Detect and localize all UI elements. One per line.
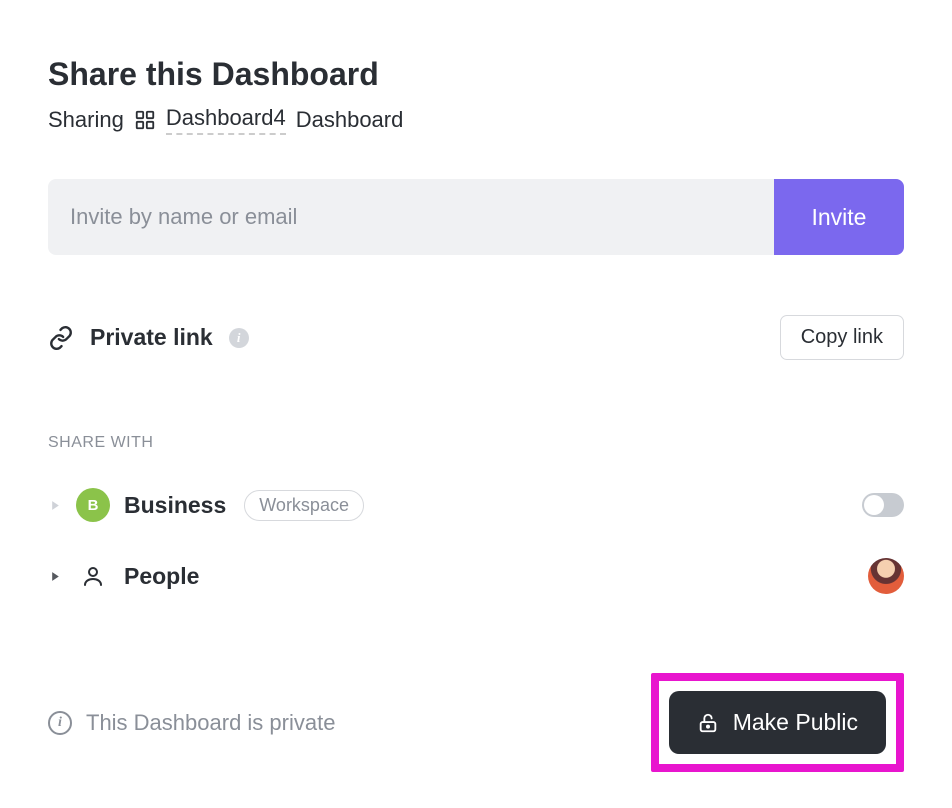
- invite-input[interactable]: [48, 179, 774, 255]
- dialog-title: Share this Dashboard: [48, 56, 904, 93]
- info-icon[interactable]: i: [229, 328, 249, 348]
- share-item-name: People: [124, 563, 199, 590]
- dashboard-icon: [134, 109, 156, 131]
- breadcrumb: Sharing Dashboard4 Dashboard: [48, 105, 904, 135]
- info-icon[interactable]: i: [48, 711, 72, 735]
- share-item-name: Business: [124, 492, 226, 519]
- share-item-business[interactable]: B Business Workspace: [48, 488, 904, 522]
- share-item-people[interactable]: People: [48, 558, 904, 594]
- workspace-badge: Workspace: [244, 490, 364, 521]
- chevron-right-icon[interactable]: [48, 571, 62, 582]
- workspace-avatar: B: [76, 488, 110, 522]
- private-link-row: Private link i Copy link: [48, 315, 904, 360]
- footer-row: i This Dashboard is private Make Public: [48, 673, 904, 772]
- share-with-label: SHARE WITH: [48, 434, 904, 452]
- highlight-annotation: Make Public: [651, 673, 904, 772]
- privacy-status-text: This Dashboard is private: [86, 710, 335, 736]
- copy-link-button[interactable]: Copy link: [780, 315, 904, 360]
- breadcrumb-type: Dashboard: [296, 107, 404, 133]
- breadcrumb-prefix: Sharing: [48, 107, 124, 133]
- breadcrumb-dashboard-name[interactable]: Dashboard4: [166, 105, 286, 135]
- unlock-icon: [697, 712, 719, 734]
- person-icon: [76, 564, 110, 588]
- private-link-label: Private link: [90, 324, 213, 351]
- share-business-toggle[interactable]: [862, 493, 904, 517]
- user-avatar[interactable]: [868, 558, 904, 594]
- invite-button[interactable]: Invite: [774, 179, 904, 255]
- make-public-button[interactable]: Make Public: [669, 691, 886, 754]
- invite-row: Invite: [48, 179, 904, 255]
- make-public-label: Make Public: [733, 709, 858, 736]
- chevron-right-icon[interactable]: [48, 500, 62, 511]
- link-icon: [48, 325, 74, 351]
